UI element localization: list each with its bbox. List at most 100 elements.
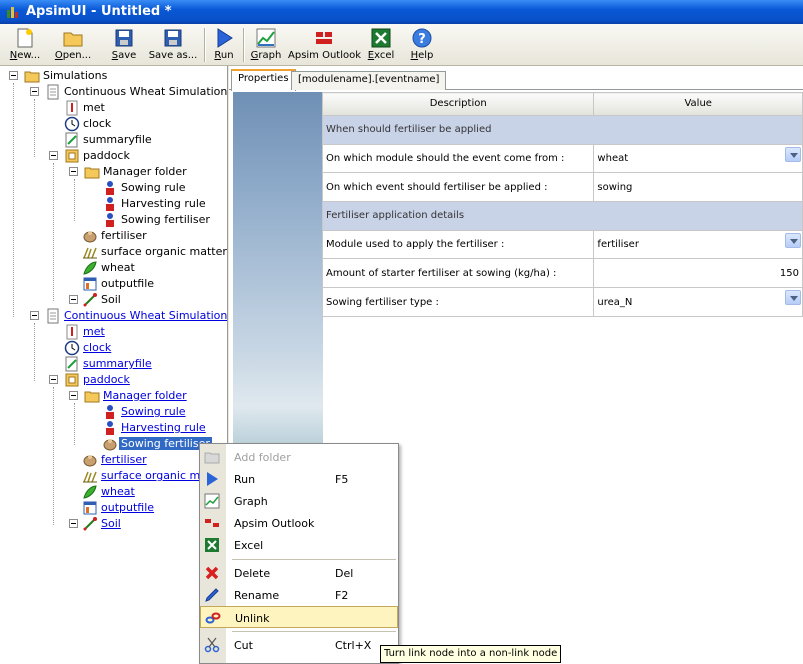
menu-item-excel[interactable]: Excel xyxy=(200,534,398,556)
property-row: Amount of starter fertiliser at sowing (… xyxy=(321,258,803,289)
property-description: Module used to apply the fertiliser : xyxy=(321,229,595,260)
menu-item-run[interactable]: Run F5 xyxy=(200,468,398,490)
dropdown-arrow-icon[interactable] xyxy=(785,146,801,162)
tree-line xyxy=(53,163,54,301)
dropdown-arrow-icon[interactable] xyxy=(785,232,801,248)
save-as-button[interactable]: Save as... xyxy=(146,25,200,65)
column-header-value[interactable]: Value xyxy=(593,92,803,116)
tree-node-paddock[interactable]: paddock xyxy=(64,148,214,164)
tree-node-sowing-fertiliser[interactable]: Sowing fertiliser xyxy=(102,212,222,228)
property-value-dropdown[interactable]: wheat xyxy=(593,143,803,174)
toolbar-separator xyxy=(204,28,206,62)
graph-icon xyxy=(256,28,276,48)
menu-item-delete[interactable]: Delete Del xyxy=(200,562,398,584)
property-value-input[interactable]: 150 xyxy=(593,258,803,289)
help-icon: ? xyxy=(412,28,432,48)
menu-item-cut[interactable]: Cut Ctrl+X xyxy=(200,634,398,656)
property-description: Sowing fertiliser type : xyxy=(321,287,595,317)
menu-item-rename[interactable]: Rename F2 xyxy=(200,584,398,606)
toolbar: New... Open... Save Save as... Run Graph xyxy=(0,24,803,66)
tree-node-fertiliser[interactable]: fertiliser xyxy=(82,228,222,244)
run-button[interactable]: Run xyxy=(209,25,239,65)
open-button[interactable]: Open... xyxy=(50,25,96,65)
tooltip: Turn link node into a non-link node xyxy=(380,645,562,663)
property-row: Module used to apply the fertiliser : fe… xyxy=(321,229,803,260)
property-row: Sowing fertiliser type : urea_N xyxy=(321,287,803,317)
tree-node-outputfile[interactable]: outputfile xyxy=(82,276,222,292)
apsim-outlook-button[interactable]: Apsim Outlook xyxy=(288,25,361,65)
expand-toggle[interactable] xyxy=(69,295,78,304)
tab-strip: Properties [modulename].[eventname] xyxy=(229,69,803,91)
dropdown-arrow-icon[interactable] xyxy=(785,290,801,306)
tree-node-paddock-link[interactable]: paddock xyxy=(64,372,214,388)
fertiliser-bag-icon xyxy=(103,439,117,451)
collapse-toggle[interactable] xyxy=(9,71,18,80)
collapse-toggle[interactable] xyxy=(30,87,39,96)
tree-node-sowing-rule-link[interactable]: Sowing rule xyxy=(102,404,222,420)
svg-text:?: ? xyxy=(418,32,426,47)
toolbar-separator xyxy=(243,28,245,62)
tree-node-harvesting-rule[interactable]: Harvesting rule xyxy=(102,196,222,212)
add-folder-icon xyxy=(204,452,220,464)
tree-node-simulation[interactable]: Continuous Wheat Simulation xyxy=(45,84,227,100)
category-row: When should fertiliser be applied xyxy=(322,114,803,145)
folder-icon xyxy=(24,71,40,83)
tree-node-soil[interactable]: Soil xyxy=(82,292,222,308)
tree-line xyxy=(34,323,35,381)
menu-item-unlink[interactable]: Unlink xyxy=(200,606,398,628)
simulation-tree[interactable]: Simulations Continuous Wheat Simulation … xyxy=(0,66,228,664)
tree-node-met[interactable]: met xyxy=(64,100,214,116)
collapse-toggle[interactable] xyxy=(69,391,78,400)
simulation-document-icon xyxy=(47,84,59,100)
tab-event[interactable]: [modulename].[eventname] xyxy=(291,71,447,90)
menu-item-graph[interactable]: Graph xyxy=(200,490,398,512)
graph-icon xyxy=(204,493,220,509)
soil-probe-icon xyxy=(83,517,97,531)
clock-icon xyxy=(64,340,80,356)
unlink-chain-icon xyxy=(205,612,221,624)
collapse-toggle[interactable] xyxy=(49,151,58,160)
tree-node-clock-link[interactable]: clock xyxy=(64,340,214,356)
new-document-icon xyxy=(17,28,33,48)
column-header-description[interactable]: Description xyxy=(321,92,595,116)
simulation-document-icon xyxy=(47,308,59,324)
tree-node-summaryfile-link[interactable]: summaryfile xyxy=(64,356,214,372)
tree-node-simulations[interactable]: Simulations xyxy=(24,68,224,84)
excel-button[interactable]: Excel xyxy=(364,25,398,65)
surface-organic-matter-icon xyxy=(83,471,97,483)
wheat-leaf-icon xyxy=(83,485,97,499)
excel-icon xyxy=(371,28,391,48)
tree-node-simulation-link[interactable]: Continuous Wheat Simulation1 xyxy=(45,308,227,324)
manager-person-icon xyxy=(106,405,114,419)
help-button[interactable]: ? Help xyxy=(404,25,440,65)
tree-node-manager-folder-link[interactable]: Manager folder xyxy=(84,388,224,404)
tree-node-sowing-rule[interactable]: Sowing rule xyxy=(102,180,222,196)
collapse-toggle[interactable] xyxy=(69,167,78,176)
save-disk-icon xyxy=(115,29,133,47)
tree-node-manager-folder[interactable]: Manager folder xyxy=(84,164,224,180)
property-value-input[interactable]: sowing xyxy=(593,172,803,203)
tree-node-wheat[interactable]: wheat xyxy=(82,260,222,276)
output-file-icon xyxy=(83,501,97,515)
property-value-dropdown[interactable]: urea_N xyxy=(593,287,803,317)
collapse-toggle[interactable] xyxy=(30,311,39,320)
collapse-toggle[interactable] xyxy=(49,375,58,384)
tree-node-harvesting-rule-link[interactable]: Harvesting rule xyxy=(102,420,222,436)
tree-node-met-link[interactable]: met xyxy=(64,324,214,340)
menu-item-apsim-outlook[interactable]: Apsim Outlook xyxy=(200,512,398,534)
wheat-leaf-icon xyxy=(83,261,97,275)
apsim-outlook-icon xyxy=(205,519,219,527)
new-button[interactable]: New... xyxy=(4,25,46,65)
property-value-dropdown[interactable]: fertiliser xyxy=(593,229,803,260)
tree-node-clock[interactable]: clock xyxy=(64,116,214,132)
save-button[interactable]: Save xyxy=(106,25,142,65)
tree-line xyxy=(74,403,75,445)
tab-properties[interactable]: Properties xyxy=(231,69,296,91)
tree-node-summaryfile[interactable]: summaryfile xyxy=(64,132,214,148)
graph-button[interactable]: Graph xyxy=(248,25,284,65)
menu-item-add-folder[interactable]: Add folder xyxy=(200,446,398,468)
paddock-icon xyxy=(65,373,79,387)
expand-toggle[interactable] xyxy=(69,519,78,528)
tree-node-surface-organic-matter[interactable]: surface organic matter xyxy=(82,244,227,260)
property-description: Amount of starter fertiliser at sowing (… xyxy=(321,258,595,289)
